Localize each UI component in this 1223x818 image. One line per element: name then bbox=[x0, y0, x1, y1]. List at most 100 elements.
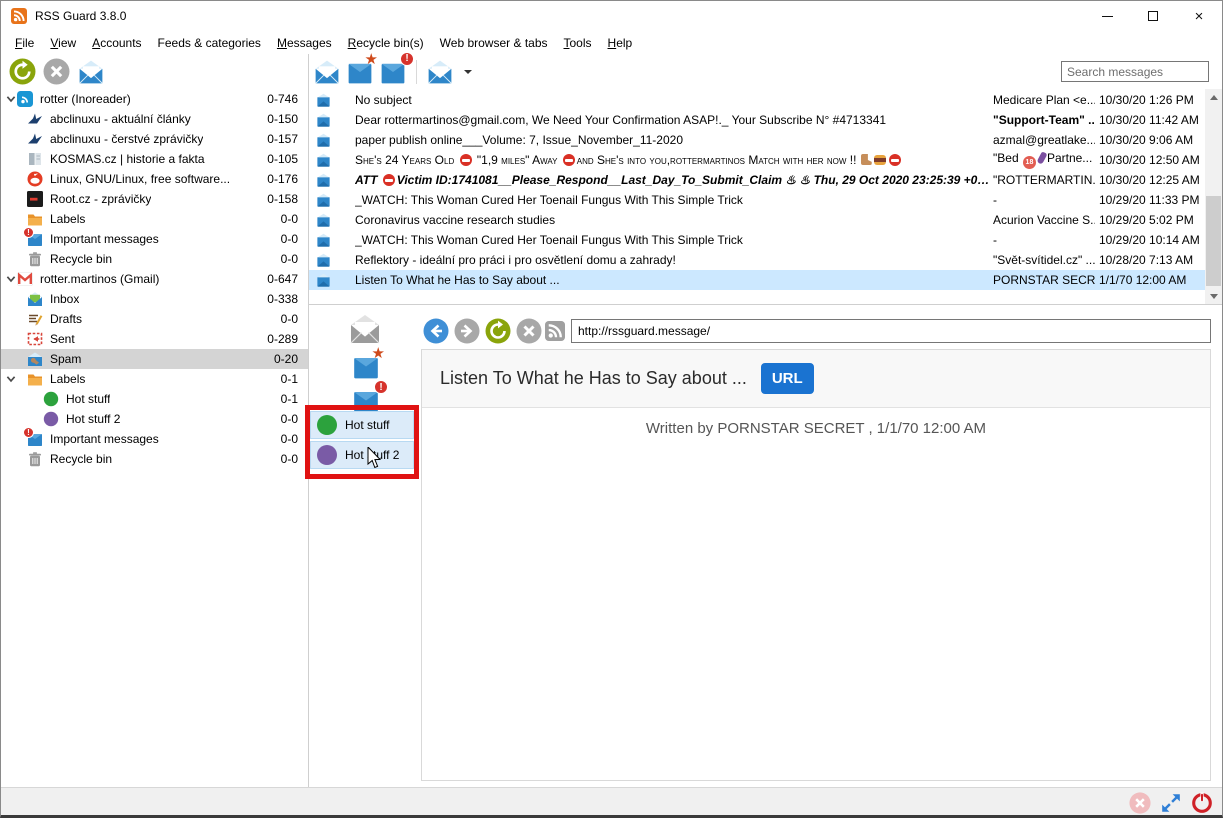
mail-icon bbox=[316, 133, 331, 147]
preview-mark-important-button[interactable]: ★ bbox=[351, 353, 381, 380]
rss-feed-icon[interactable] bbox=[545, 321, 565, 341]
message-row[interactable]: _WATCH: This Woman Cured Her Toenail Fun… bbox=[309, 190, 1205, 210]
feed-row[interactable]: KOSMAS.cz | historie a fakta0-105 bbox=[1, 149, 308, 169]
feed-row[interactable]: Spam0-20 bbox=[1, 349, 308, 369]
message-row[interactable]: She's 24 Years Old "1,9 miles" Away and … bbox=[309, 150, 1205, 170]
menu-web-browser-tabs[interactable]: Web browser & tabs bbox=[432, 33, 556, 53]
feed-name: rotter.martinos (Gmail) bbox=[40, 272, 159, 286]
rss-guard-window: RSS Guard 3.8.0 × File View Accounts Fee… bbox=[0, 0, 1223, 818]
feed-row[interactable]: Hot stuff0-1 bbox=[1, 389, 308, 409]
message-list-scrollbar[interactable] bbox=[1205, 89, 1222, 304]
mail-icon bbox=[316, 153, 331, 167]
rootcz-icon bbox=[27, 191, 43, 207]
maximize-button[interactable] bbox=[1130, 1, 1176, 31]
feed-name: Labels bbox=[50, 212, 85, 226]
feed-row[interactable]: rotter (Inoreader)0-746 bbox=[1, 89, 308, 109]
feed-row[interactable]: Labels0-1 bbox=[1, 369, 308, 389]
update-feeds-button[interactable] bbox=[9, 58, 36, 85]
message-row[interactable]: Coronavirus vaccine research studiesAcur… bbox=[309, 210, 1205, 230]
url-button[interactable]: URL bbox=[761, 363, 814, 394]
feed-count: 0-746 bbox=[267, 92, 308, 106]
message-date: 1/1/70 12:00 AM bbox=[1095, 273, 1205, 287]
message-author: "ROTTERMARTIN... bbox=[993, 173, 1095, 187]
chevron-down-icon[interactable] bbox=[5, 273, 17, 285]
message-row[interactable]: paper publish online___Volume: 7, Issue_… bbox=[309, 130, 1205, 150]
feed-row[interactable]: Recycle bin0-0 bbox=[1, 249, 308, 269]
menu-tools[interactable]: Tools bbox=[556, 33, 600, 53]
menu-view[interactable]: View bbox=[42, 33, 84, 53]
feed-row[interactable]: Linux, GNU/Linux, free software...0-176 bbox=[1, 169, 308, 189]
label-option-hot-stuff-2[interactable]: Hot stuff 2 bbox=[310, 441, 414, 469]
feed-mark-read-button[interactable] bbox=[77, 59, 105, 85]
message-mark-read-button[interactable] bbox=[313, 59, 341, 85]
message-row[interactable]: Reflektory - ideální pro práci i pro osv… bbox=[309, 250, 1205, 270]
message-row[interactable]: Dear rottermartinos@gmail.com, We Need Y… bbox=[309, 110, 1205, 130]
feed-row[interactable]: Inbox0-338 bbox=[1, 289, 308, 309]
message-date: 10/29/20 10:14 AM bbox=[1095, 233, 1205, 247]
label-color-icon bbox=[317, 415, 337, 435]
mail-icon bbox=[316, 173, 331, 187]
feed-row[interactable]: abclinuxu - aktuální články0-150 bbox=[1, 109, 308, 129]
browser-reload-button[interactable] bbox=[485, 318, 511, 344]
feed-count: 0-0 bbox=[281, 312, 308, 326]
preview-mark-unread-button[interactable]: ! bbox=[351, 387, 381, 414]
chevron-down-icon[interactable] bbox=[5, 93, 17, 105]
minimize-button[interactable] bbox=[1084, 1, 1130, 31]
message-mark-important-button[interactable]: ★ bbox=[346, 59, 374, 85]
menu-help[interactable]: Help bbox=[600, 33, 641, 53]
feed-row[interactable]: Drafts0-0 bbox=[1, 309, 308, 329]
chevron-spacer bbox=[5, 453, 17, 465]
app-rss-icon bbox=[11, 8, 27, 24]
stop-updates-button[interactable] bbox=[43, 58, 70, 85]
menu-feeds-categories[interactable]: Feeds & categories bbox=[150, 33, 269, 53]
label-option-hot-stuff[interactable]: Hot stuff bbox=[310, 411, 414, 439]
feed-row[interactable]: abclinuxu - čerstvé zprávičky0-157 bbox=[1, 129, 308, 149]
scrollbar-thumb[interactable] bbox=[1206, 196, 1221, 286]
browser-back-button[interactable] bbox=[423, 318, 449, 344]
mail-exclaim-icon: ! bbox=[27, 231, 43, 247]
feed-row[interactable]: rotter.martinos (Gmail)0-647 bbox=[1, 269, 308, 289]
menu-file[interactable]: File bbox=[7, 33, 42, 53]
feed-row[interactable]: !Important messages0-0 bbox=[1, 429, 308, 449]
browser-forward-button[interactable] bbox=[454, 318, 480, 344]
feed-name: Spam bbox=[50, 352, 81, 366]
feed-name: Important messages bbox=[50, 432, 159, 446]
menubar: File View Accounts Feeds & categories Me… bbox=[1, 31, 1222, 54]
close-button[interactable]: × bbox=[1176, 1, 1222, 31]
feed-name: Linux, GNU/Linux, free software... bbox=[50, 172, 230, 186]
power-quit-icon[interactable] bbox=[1191, 792, 1213, 814]
message-row[interactable]: ATT Victim ID:1741081__Please_Respond__L… bbox=[309, 170, 1205, 190]
chevron-spacer bbox=[5, 293, 17, 305]
message-subject: _WATCH: This Woman Cured Her Toenail Fun… bbox=[355, 193, 993, 207]
fullscreen-icon[interactable] bbox=[1160, 792, 1182, 814]
message-row[interactable]: Listen To What he Has to Say about ...PO… bbox=[309, 270, 1205, 290]
feed-row[interactable]: Hot stuff 20-0 bbox=[1, 409, 308, 429]
message-subject: ATT Victim ID:1741081__Please_Respond__L… bbox=[355, 173, 993, 187]
menu-recycle-bins[interactable]: Recycle bin(s) bbox=[340, 33, 432, 53]
menu-messages[interactable]: Messages bbox=[269, 33, 340, 53]
feed-row[interactable]: Root.cz - zprávičky0-158 bbox=[1, 189, 308, 209]
browser-stop-button[interactable] bbox=[516, 318, 542, 344]
scroll-up-icon[interactable] bbox=[1205, 89, 1222, 105]
message-mark-unread-button[interactable]: ! bbox=[379, 59, 407, 85]
url-input[interactable] bbox=[571, 319, 1211, 343]
dropdown-caret-icon[interactable] bbox=[464, 70, 472, 78]
feed-row[interactable]: !Important messages0-0 bbox=[1, 229, 308, 249]
feed-name: Recycle bin bbox=[50, 252, 112, 266]
message-row[interactable]: _WATCH: This Woman Cured Her Toenail Fun… bbox=[309, 230, 1205, 250]
message-date: 10/30/20 9:06 AM bbox=[1095, 133, 1205, 147]
scroll-down-icon[interactable] bbox=[1205, 288, 1222, 304]
message-preview: ★ ! Listen To What he Has to Say about .… bbox=[309, 304, 1222, 787]
message-date: 10/30/20 1:26 PM bbox=[1095, 93, 1205, 107]
menu-accounts[interactable]: Accounts bbox=[84, 33, 149, 53]
chevron-spacer bbox=[5, 393, 17, 405]
chevron-down-icon[interactable] bbox=[5, 373, 17, 385]
drafts-icon bbox=[27, 311, 43, 327]
feed-row[interactable]: Labels0-0 bbox=[1, 209, 308, 229]
feed-row[interactable]: Sent0-289 bbox=[1, 329, 308, 349]
message-actions-dropdown[interactable] bbox=[426, 59, 454, 85]
search-input[interactable] bbox=[1061, 61, 1209, 82]
feed-row[interactable]: Recycle bin0-0 bbox=[1, 449, 308, 469]
message-row[interactable]: No subjectMedicare Plan <e...10/30/20 1:… bbox=[309, 90, 1205, 110]
preview-mark-read-button[interactable] bbox=[347, 313, 383, 345]
